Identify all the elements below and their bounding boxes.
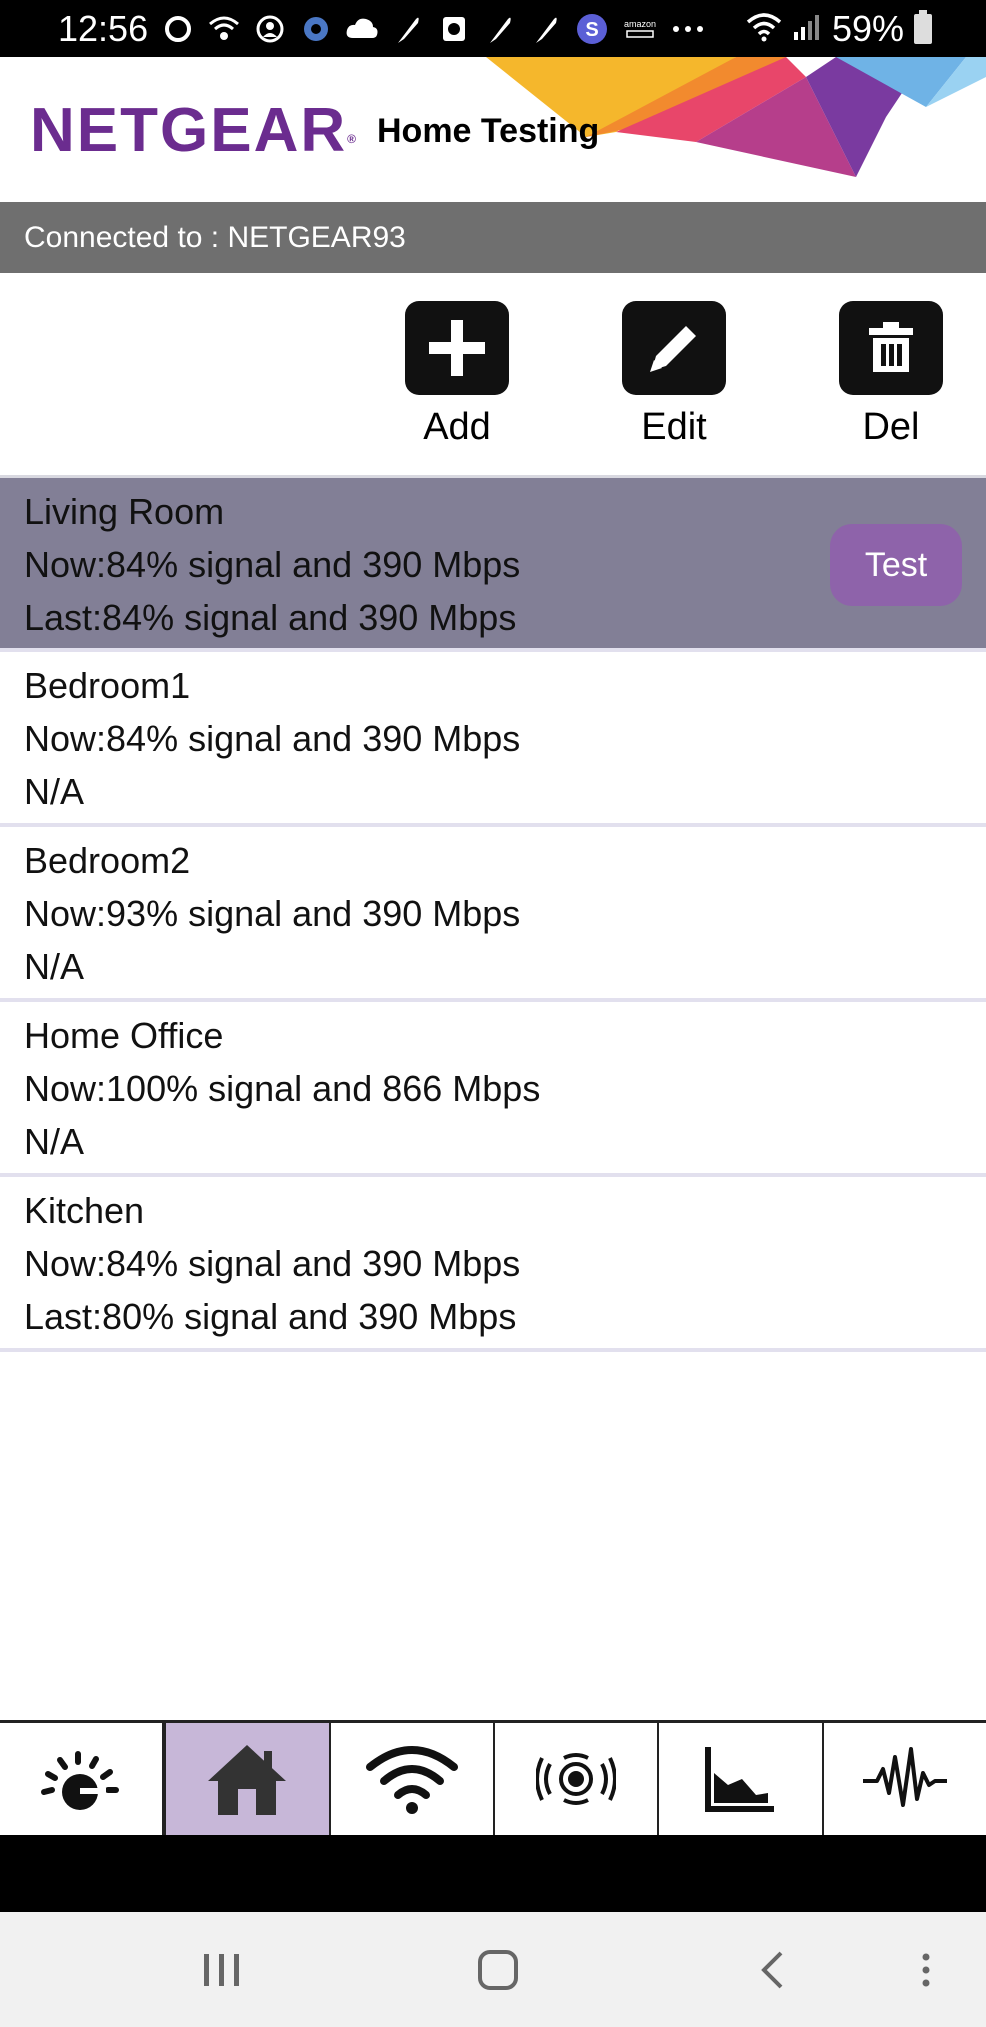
feather-icon [528, 11, 564, 47]
room-name: Kitchen [24, 1190, 145, 1231]
g-settings-icon [298, 11, 334, 47]
room-last: Last:80% signal and 390 Mbps [24, 1296, 517, 1337]
recents-button[interactable] [196, 1942, 248, 1998]
signal-broadcast-icon [536, 1753, 617, 1805]
room-now: Now:84% signal and 390 Mbps [24, 1243, 521, 1284]
tab-wifi[interactable] [331, 1723, 495, 1835]
room-last: N/A [24, 946, 85, 987]
plus-icon [405, 301, 509, 395]
room-last: N/A [24, 771, 85, 812]
tab-home[interactable] [164, 1723, 331, 1835]
feather-icon [482, 11, 518, 47]
connection-bar: Connected to : NETGEAR93 [0, 202, 986, 273]
battery-percent: 59% [831, 8, 904, 49]
home-button[interactable] [472, 1942, 524, 1998]
room-name: Bedroom2 [24, 840, 191, 881]
connection-status: Connected to : NETGEAR93 [24, 221, 406, 254]
tab-signal[interactable] [495, 1723, 660, 1835]
tab-dashboard[interactable] [0, 1723, 165, 1835]
room-name: Living Room [24, 491, 225, 532]
svg-text:S: S [585, 19, 598, 41]
system-navigation-bar [0, 1912, 986, 2027]
status-bar: 12:56 S amazon 59% [0, 0, 986, 57]
recents-icon [204, 1954, 239, 1986]
delete-button[interactable]: Del [839, 301, 943, 449]
room-list: Living Room Now:84% signal and 390 Mbps … [0, 478, 986, 1352]
room-name: Home Office [24, 1015, 224, 1056]
wifi-icon [746, 12, 782, 47]
tab-waveform[interactable] [824, 1723, 986, 1835]
more-dots-icon [670, 11, 706, 47]
clock-icon [436, 11, 472, 47]
wifi-icon [365, 1746, 458, 1814]
cloud-upload-icon [344, 11, 380, 47]
room-now: Now:93% signal and 390 Mbps [24, 893, 521, 934]
home-outline-icon [478, 1950, 518, 1990]
add-button[interactable]: Add [405, 301, 509, 449]
more-vertical-icon [922, 1953, 930, 1987]
waveform-icon [862, 1747, 947, 1807]
netgear-logo: NETGEAR® [30, 96, 358, 166]
test-button[interactable]: Test [830, 524, 962, 606]
account-icon [252, 11, 288, 47]
wifi-calling-icon [206, 11, 242, 47]
notification-icons: S amazon [160, 10, 706, 48]
room-last: Last:84% signal and 390 Mbps [24, 597, 517, 638]
clock-time: 12:56 [58, 8, 149, 49]
cell-signal-icon [792, 12, 822, 47]
status-right: 59% [746, 9, 932, 49]
edit-button[interactable]: Edit [622, 301, 726, 449]
room-toolbar: Add Edit Del [0, 273, 986, 478]
room-name: Bedroom1 [24, 665, 191, 706]
list-item[interactable]: Bedroom1 Now:84% signal and 390 Mbps N/A [0, 652, 986, 827]
logo-registered-mark: ® [347, 132, 358, 146]
room-last: N/A [24, 1121, 85, 1162]
pencil-icon [622, 301, 726, 395]
amazon-label: amazon [623, 19, 657, 29]
bottom-nav [0, 1720, 986, 1835]
trash-icon [839, 301, 943, 395]
home-icon [208, 1745, 287, 1815]
back-button[interactable] [752, 1942, 792, 1998]
room-now: Now:84% signal and 390 Mbps [24, 718, 521, 759]
page-title: Home Testing [377, 112, 600, 150]
logo-text: NETGEAR [30, 96, 348, 165]
list-item[interactable]: Living Room Now:84% signal and 390 Mbps … [0, 478, 986, 652]
tab-chart[interactable] [659, 1723, 824, 1835]
s-app-icon: S [574, 11, 610, 47]
room-now: Now:84% signal and 390 Mbps [24, 544, 521, 585]
speedometer-icon [41, 1751, 120, 1810]
area-chart-icon [705, 1747, 775, 1812]
battery-icon [914, 10, 932, 44]
app-header: NETGEAR® Home Testing [0, 57, 986, 202]
list-item[interactable]: Kitchen Now:84% signal and 390 Mbps Last… [0, 1177, 986, 1352]
room-now: Now:100% signal and 866 Mbps [24, 1068, 541, 1109]
back-icon [761, 1951, 783, 1989]
list-item[interactable]: Bedroom2 Now:93% signal and 390 Mbps N/A [0, 827, 986, 1002]
del-label: Del [862, 406, 920, 448]
list-item[interactable]: Home Office Now:100% signal and 866 Mbps… [0, 1002, 986, 1177]
black-strip [0, 1835, 986, 1912]
more-button[interactable] [916, 1942, 936, 1998]
circle-icon [160, 11, 196, 47]
feather-icon [390, 11, 426, 47]
amazon-icon: amazon [620, 11, 660, 47]
edit-label: Edit [641, 406, 707, 448]
add-label: Add [423, 406, 491, 448]
